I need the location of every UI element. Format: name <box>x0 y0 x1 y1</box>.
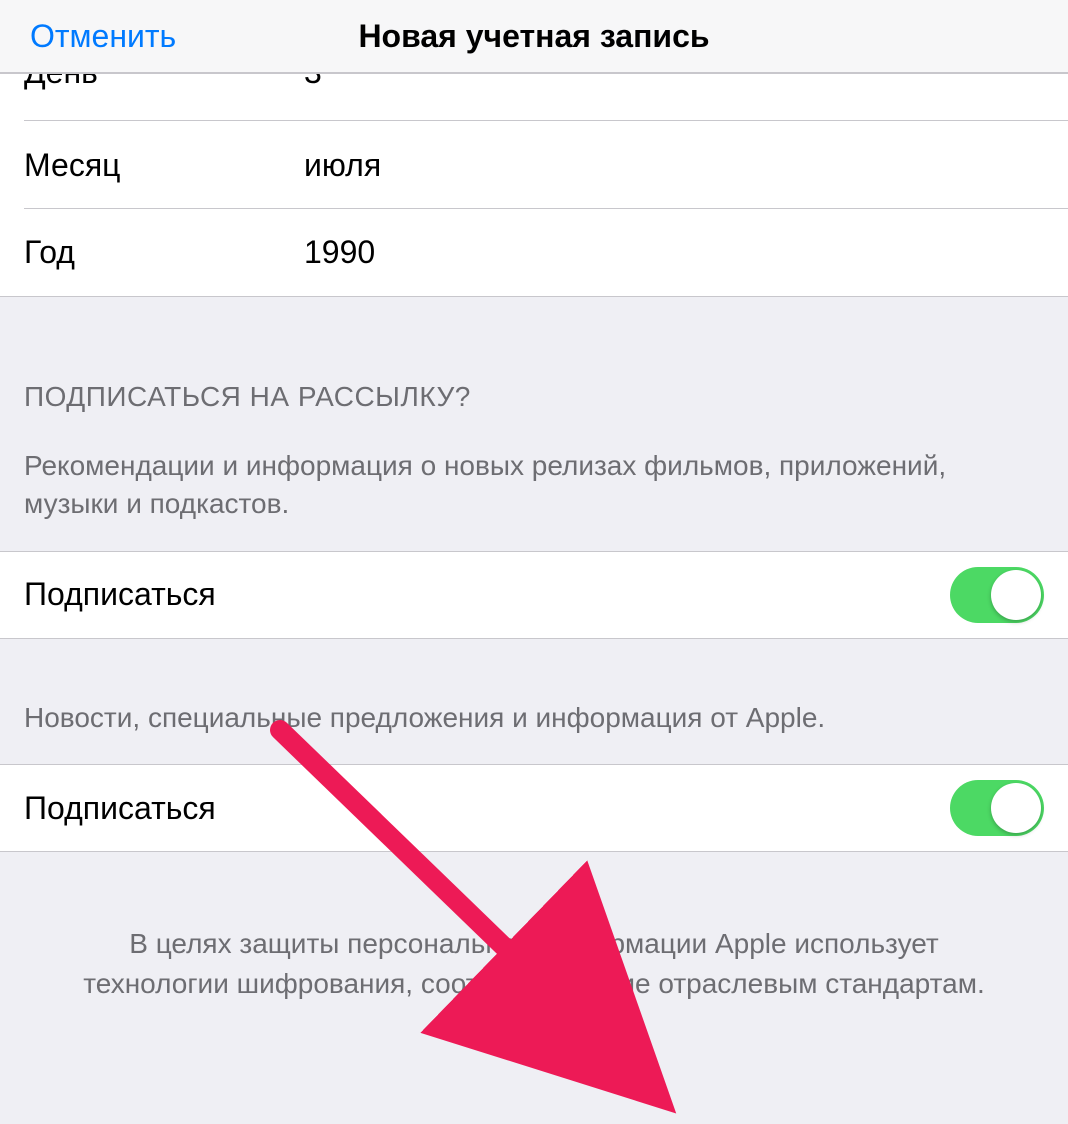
subscribe-desc-2: Новости, специальные предложения и инфор… <box>24 699 1044 755</box>
date-section: День 3 Месяц июля Год 1990 <box>0 73 1068 297</box>
nav-buttons: Назад Далее <box>0 1003 1068 1124</box>
privacy-note: В целях защиты персональной информации A… <box>0 852 1068 1002</box>
switch-knob <box>991 570 1041 620</box>
day-label: День <box>24 73 304 91</box>
date-row-year[interactable]: Год 1990 <box>0 209 1068 297</box>
subscribe-desc-2-wrap: Новости, специальные предложения и инфор… <box>0 639 1068 765</box>
year-value: 1990 <box>304 234 375 271</box>
subscribe-toggle-2-label: Подписаться <box>24 790 216 827</box>
subscribe-header: ПОДПИСАТЬСЯ НА РАССЫЛКУ? Рекомендации и … <box>0 297 1068 551</box>
month-value: июля <box>304 147 381 184</box>
subscribe-toggle-1[interactable] <box>950 567 1044 623</box>
day-value: 3 <box>304 73 322 91</box>
switch-knob <box>991 783 1041 833</box>
subscribe-caption: ПОДПИСАТЬСЯ НА РАССЫЛКУ? <box>24 381 1044 413</box>
date-row-month[interactable]: Месяц июля <box>0 121 1068 209</box>
subscribe-toggle-1-label: Подписаться <box>24 576 216 613</box>
navbar: Отменить Новая учетная запись <box>0 0 1068 73</box>
year-label: Год <box>24 234 304 271</box>
subscribe-toggle-row-1: Подписаться <box>0 551 1068 639</box>
date-row-day[interactable]: День 3 <box>0 73 1068 121</box>
subscribe-toggle-row-2: Подписаться <box>0 764 1068 852</box>
subscribe-toggle-2[interactable] <box>950 780 1044 836</box>
month-label: Месяц <box>24 147 304 184</box>
cancel-button[interactable]: Отменить <box>30 18 176 55</box>
subscribe-desc-1: Рекомендации и информация о новых релиза… <box>24 447 1044 541</box>
